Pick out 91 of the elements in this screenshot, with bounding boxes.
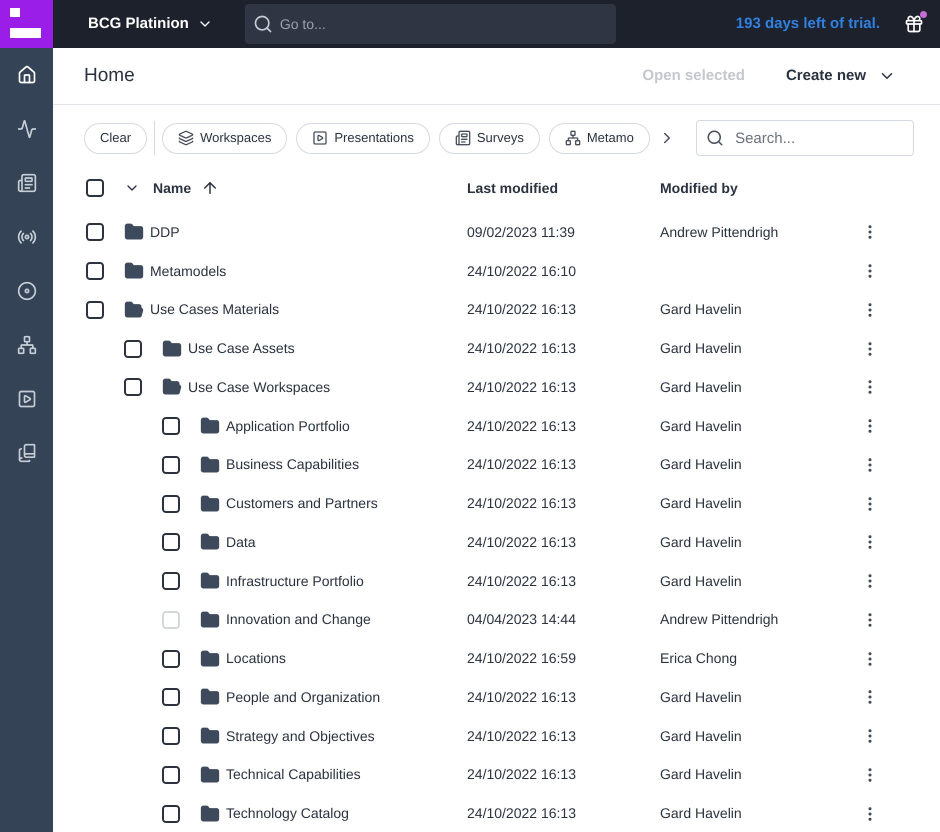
modified-date: 24/10/2022 16:13 bbox=[467, 765, 577, 784]
search-field[interactable]: Search... bbox=[696, 120, 914, 156]
folder-name[interactable]: Use Case Workspaces bbox=[188, 376, 330, 398]
network-icon bbox=[564, 130, 581, 146]
folder-name[interactable]: Metamodels bbox=[150, 260, 226, 282]
folder-name[interactable]: Application Portfolio bbox=[226, 416, 350, 437]
filter-chip[interactable]: Surveys bbox=[438, 122, 540, 154]
modified-date: 24/10/2022 16:13 bbox=[467, 688, 577, 707]
network-icon bbox=[16, 335, 36, 355]
name-column-header[interactable]: Name bbox=[153, 178, 192, 198]
modified-by: Gard Havelin bbox=[660, 378, 743, 397]
modified-by: Andrew Pittendrigh bbox=[660, 610, 780, 630]
folder-name[interactable]: Infrastructure Portfolio bbox=[226, 570, 364, 592]
row-checkbox[interactable] bbox=[162, 417, 180, 436]
modified-by: Andrew Pittendrigh bbox=[660, 222, 780, 242]
search-icon bbox=[252, 14, 273, 34]
modified-date: 24/10/2022 16:13 bbox=[467, 300, 577, 320]
documents-icon bbox=[454, 130, 471, 146]
folder-name[interactable]: Technical Capabilities bbox=[226, 764, 361, 786]
modified-by: Gard Havelin bbox=[660, 765, 743, 784]
modified-date: 24/10/2022 16:13 bbox=[467, 378, 577, 397]
folder-name[interactable]: Strategy and Objectives bbox=[226, 726, 375, 747]
play-icon bbox=[312, 130, 328, 146]
folder-name[interactable]: Locations bbox=[226, 648, 286, 670]
row-checkbox[interactable] bbox=[86, 300, 104, 319]
pulse-icon bbox=[16, 119, 36, 139]
row-checkbox[interactable] bbox=[162, 533, 180, 552]
search-icon bbox=[706, 129, 724, 147]
row-checkbox[interactable] bbox=[124, 378, 142, 396]
row-checkbox[interactable] bbox=[86, 223, 104, 242]
modified-by: Gard Havelin bbox=[660, 726, 743, 746]
goto-field[interactable]: Go to... bbox=[244, 4, 616, 44]
row-checkbox[interactable] bbox=[162, 456, 180, 474]
folder-name[interactable]: Use Case Assets bbox=[188, 338, 295, 360]
modified-date: 24/10/2022 16:13 bbox=[467, 726, 577, 746]
modified-date: 24/10/2022 16:13 bbox=[467, 532, 577, 552]
documents-icon bbox=[16, 173, 36, 193]
modified-by: Gard Havelin bbox=[660, 804, 743, 824]
app-logo[interactable] bbox=[0, 0, 53, 48]
play-icon bbox=[16, 389, 36, 409]
modified-by: Erica Chong bbox=[660, 649, 738, 668]
filter-chip[interactable]: Metamo bbox=[548, 122, 650, 154]
bookmarks-icon bbox=[16, 443, 36, 463]
folder-name[interactable]: Customers and Partners bbox=[226, 493, 378, 514]
modified-date: 24/10/2022 16:59 bbox=[467, 649, 577, 668]
select-all-checkbox[interactable] bbox=[86, 179, 104, 197]
org-selector[interactable]: BCG Platinion bbox=[88, 12, 213, 36]
trial-notice[interactable]: 193 days left of trial. bbox=[736, 12, 880, 36]
folder-name[interactable]: Business Capabilities bbox=[226, 454, 360, 476]
row-checkbox[interactable] bbox=[162, 572, 180, 590]
folder-name[interactable]: Technology Catalog bbox=[226, 803, 349, 824]
page-title: Home bbox=[84, 64, 135, 88]
layers-icon bbox=[178, 130, 194, 146]
column-header[interactable]: Modified by bbox=[660, 178, 738, 198]
modified-date: 24/10/2022 16:13 bbox=[467, 804, 577, 824]
modified-date: 09/02/2023 11:39 bbox=[467, 222, 576, 242]
create-new-button[interactable]: Create new bbox=[786, 64, 896, 88]
row-checkbox[interactable] bbox=[162, 804, 180, 823]
row-checkbox[interactable] bbox=[124, 340, 142, 358]
modified-date: 24/10/2022 16:13 bbox=[467, 455, 577, 474]
folder-name[interactable]: Data bbox=[226, 532, 256, 553]
modified-by: Gard Havelin bbox=[660, 532, 743, 552]
modified-by: Gard Havelin bbox=[660, 494, 743, 514]
column-header[interactable]: Last modified bbox=[467, 178, 558, 198]
row-checkbox[interactable] bbox=[162, 494, 180, 513]
modified-date: 24/10/2022 16:13 bbox=[467, 416, 577, 436]
modified-date: 24/10/2022 16:10 bbox=[467, 262, 577, 281]
row-checkbox[interactable] bbox=[86, 262, 104, 280]
modified-date: 24/10/2022 16:13 bbox=[467, 572, 577, 591]
gift-button[interactable] bbox=[904, 14, 924, 34]
modified-by: Gard Havelin bbox=[660, 339, 743, 358]
modified-by: Gard Havelin bbox=[660, 688, 743, 707]
modified-date: 04/04/2023 14:44 bbox=[467, 610, 577, 630]
disc-icon bbox=[16, 281, 36, 301]
clear-button[interactable]: Clear bbox=[84, 122, 148, 154]
row-checkbox[interactable] bbox=[162, 766, 180, 784]
modified-by: Gard Havelin bbox=[660, 572, 743, 591]
home-icon bbox=[16, 65, 36, 85]
modified-by: Gard Havelin bbox=[660, 455, 743, 474]
modified-date: 24/10/2022 16:13 bbox=[467, 339, 577, 358]
folder-name[interactable]: DDP bbox=[150, 222, 180, 243]
filter-chip[interactable]: Workspaces bbox=[162, 122, 288, 154]
modified-by: Gard Havelin bbox=[660, 416, 743, 436]
modified-date: 24/10/2022 16:13 bbox=[467, 494, 577, 514]
row-checkbox[interactable] bbox=[162, 727, 180, 746]
row-checkbox[interactable] bbox=[162, 688, 180, 706]
folder-name[interactable]: Use Cases Materials bbox=[150, 299, 280, 320]
row-checkbox[interactable] bbox=[162, 650, 180, 668]
filter-chip[interactable]: Presentations bbox=[296, 122, 430, 154]
modified-by: Gard Havelin bbox=[660, 300, 743, 320]
folder-name[interactable]: People and Organization bbox=[226, 686, 380, 708]
